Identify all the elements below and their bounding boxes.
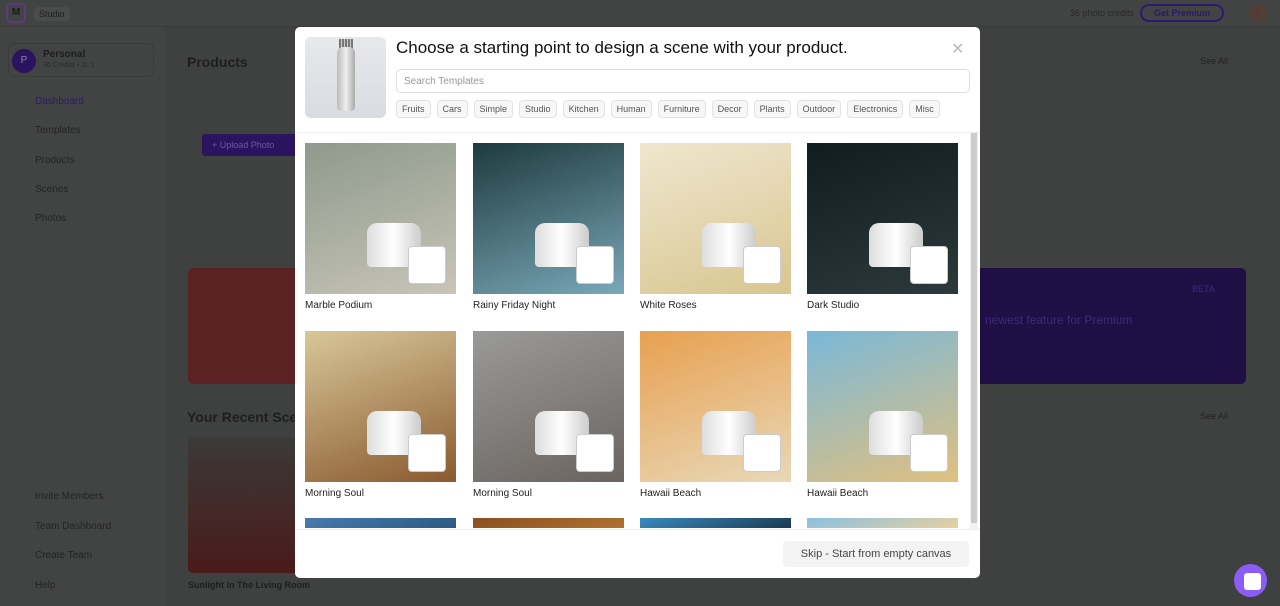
recent-scene-name: Sunlight In The Living Room: [188, 580, 310, 590]
product-overlay-thumb: [408, 246, 446, 284]
template-card[interactable]: White Roses: [640, 143, 791, 311]
products-title: Products: [187, 54, 248, 70]
product-overlay-thumb: [910, 246, 948, 284]
skip-button[interactable]: Skip - Start from empty canvas: [783, 541, 969, 567]
template-card[interactable]: [473, 518, 624, 528]
modal-title: Choose a starting point to design a scen…: [396, 38, 848, 57]
template-name: Morning Soul: [473, 487, 532, 499]
nav-help[interactable]: Help: [35, 580, 56, 591]
studio-label: Studio: [34, 7, 70, 21]
product-overlay-thumb: [408, 433, 446, 472]
tag-studio[interactable]: Studio: [519, 100, 557, 118]
nav-team-dashboard[interactable]: Team Dashboard: [35, 521, 111, 532]
template-picker-modal: Choose a starting point to design a scen…: [295, 27, 980, 578]
top-bar: M Studio 36 photo credits Get Premium A: [0, 0, 1280, 27]
template-card[interactable]: [305, 518, 456, 528]
template-image: [305, 518, 456, 528]
template-name: White Roses: [640, 300, 697, 311]
template-card[interactable]: [640, 518, 791, 528]
template-name: Dark Studio: [807, 300, 860, 311]
workspace-avatar: P: [12, 49, 36, 73]
tag-electronics[interactable]: Electronics: [847, 100, 904, 118]
avatar[interactable]: A: [1248, 3, 1268, 23]
upload-photo-button[interactable]: + Upload Photo: [202, 134, 295, 156]
template-image: [807, 330, 958, 482]
sidebar: P Personal 36 Credits • 2L 1 Dashboard T…: [0, 27, 165, 606]
tag-cars[interactable]: Cars: [436, 100, 468, 118]
template-image: [807, 143, 958, 294]
tag-furniture[interactable]: Furniture: [657, 100, 706, 118]
template-card[interactable]: Marble Podium: [305, 143, 456, 311]
search-templates-input[interactable]: [396, 69, 970, 93]
template-card[interactable]: Hawaii Beach: [640, 330, 791, 499]
template-card[interactable]: Dark Studio: [807, 143, 958, 311]
promo-banner-left: [188, 268, 295, 384]
nav-create-team[interactable]: Create Team: [35, 550, 92, 561]
template-image: [473, 330, 624, 482]
beta-badge: BETA: [1192, 284, 1215, 294]
recent-scenes-title: Your Recent Scenes: [187, 409, 295, 425]
nav-invite-members[interactable]: Invite Members: [35, 491, 103, 502]
template-image: [807, 518, 958, 528]
tag-human[interactable]: Human: [610, 100, 652, 118]
tag-plants[interactable]: Plants: [753, 100, 791, 118]
template-image: [473, 143, 624, 294]
product-overlay-thumb: [576, 246, 614, 284]
nav-dashboard[interactable]: Dashboard: [35, 96, 84, 107]
template-image: [473, 518, 624, 528]
credits: 36 photo credits: [1070, 8, 1135, 18]
template-name: Morning Soul: [305, 487, 364, 499]
category-tags: Fruits Cars Simple Studio Kitchen Human Furnit…: [396, 100, 940, 118]
see-all-scenes[interactable]: See All: [1200, 411, 1228, 421]
template-name: Hawaii Beach: [807, 487, 869, 499]
product-overlay-thumb: [576, 433, 614, 472]
chat-launcher-icon[interactable]: [1234, 564, 1267, 597]
template-image: [640, 330, 791, 482]
product-thumbnail: [305, 37, 386, 118]
template-card[interactable]: Rainy Friday Night: [473, 143, 624, 311]
template-name: Hawaii Beach: [640, 487, 702, 499]
tag-simple[interactable]: Simple: [473, 100, 514, 118]
template-image: [640, 143, 791, 294]
template-card[interactable]: Hawaii Beach: [807, 330, 958, 499]
template-card[interactable]: [807, 518, 958, 528]
recent-scene-thumb[interactable]: [188, 437, 295, 573]
tag-misc[interactable]: Misc: [909, 100, 940, 118]
tag-decor[interactable]: Decor: [711, 100, 748, 118]
template-grid: Marble Podium Rainy Friday Night White Ros…: [295, 133, 970, 529]
product-overlay-thumb: [743, 433, 781, 472]
see-all-products[interactable]: See All: [1200, 56, 1228, 66]
nav-products[interactable]: Products: [35, 155, 74, 166]
scrollbar-thumb[interactable]: [971, 133, 977, 523]
workspace-name: Personal: [43, 49, 86, 60]
template-card[interactable]: Morning Soul: [473, 330, 624, 499]
template-image: [305, 330, 456, 482]
nav-templates[interactable]: Templates: [35, 125, 81, 136]
tag-kitchen[interactable]: Kitchen: [562, 100, 605, 118]
get-premium-button[interactable]: Get Premium: [1140, 4, 1224, 22]
product-overlay-thumb: [743, 246, 781, 284]
nav-photos[interactable]: Photos: [35, 213, 66, 224]
nav-scenes[interactable]: Scenes: [35, 184, 68, 195]
template-name: Marble Podium: [305, 300, 373, 311]
template-image: [305, 143, 456, 294]
logo: M: [6, 3, 26, 23]
scrollbar[interactable]: [970, 133, 978, 529]
tag-fruits[interactable]: Fruits: [396, 100, 431, 118]
product-overlay-thumb: [910, 433, 948, 472]
workspace-switcher[interactable]: P Personal 36 Credits • 2L 1: [8, 43, 154, 77]
modal-footer: Skip - Start from empty canvas: [295, 529, 980, 578]
tag-outdoor[interactable]: Outdoor: [796, 100, 842, 118]
template-image: [640, 518, 791, 528]
template-name: Rainy Friday Night: [473, 300, 556, 311]
template-card[interactable]: Morning Soul: [305, 330, 456, 499]
workspace-sub: 36 Credits • 2L 1: [43, 62, 95, 69]
close-icon[interactable]: ✕: [951, 39, 964, 59]
